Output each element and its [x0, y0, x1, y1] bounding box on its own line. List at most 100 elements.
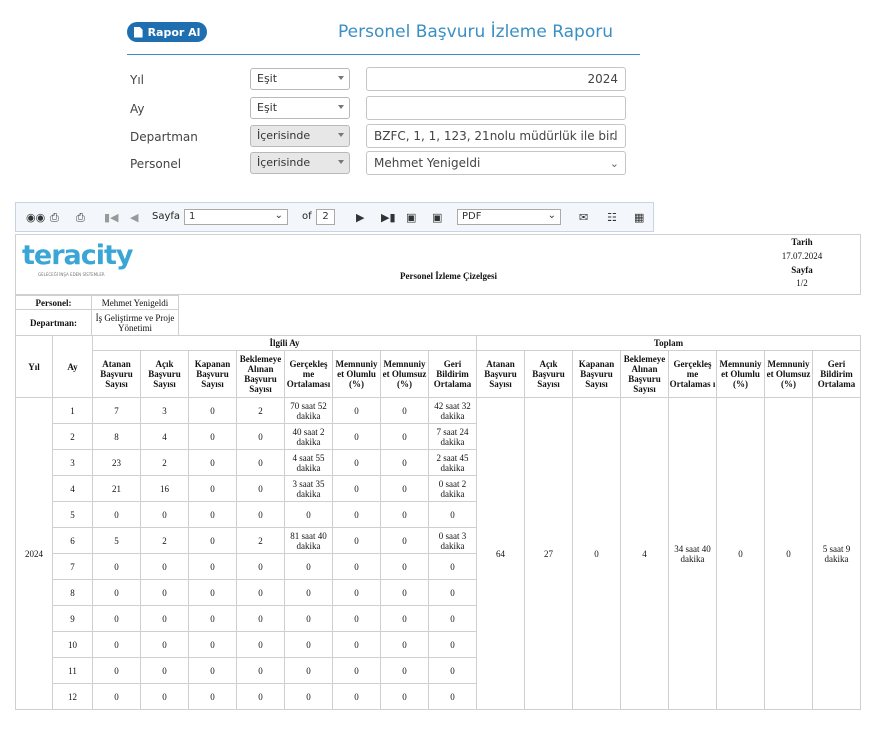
sayfa-label: Sayfa [791, 265, 813, 275]
table-cell: 0 [332, 475, 381, 502]
ay-operator-select[interactable]: Eşit [250, 97, 350, 119]
prev-page-icon[interactable]: ◀ [130, 211, 138, 224]
departman-value-select[interactable]: BZFC, 1, 1, 123, 21nolu müdürlük ile bir… [366, 124, 626, 148]
table-cell: 0 [332, 683, 381, 710]
yil-label: Yıl [130, 73, 144, 87]
table-cell: 0 [380, 527, 429, 554]
toplam-col-4: Beklemeye Alınan Başvuru Sayısı [620, 350, 669, 398]
excel-icon[interactable]: ☷ [607, 211, 617, 224]
table-cell: 0 [92, 657, 141, 684]
table-cell: 0 [92, 579, 141, 606]
table-cell: 0 [188, 631, 237, 658]
table-cell: 0 [284, 553, 333, 580]
month-cell: 12 [52, 683, 93, 710]
table-cell: 0 [284, 605, 333, 632]
rapor-al-button[interactable]: Rapor Al [127, 22, 207, 42]
table-cell: 0 [380, 423, 429, 450]
table-cell: 0 [236, 631, 285, 658]
export-format-select[interactable]: PDF ⌄ [457, 209, 561, 225]
table-cell: 0 [428, 501, 477, 528]
table-cell: 0 [188, 657, 237, 684]
chevron-down-icon: ⌄ [609, 157, 619, 170]
last-page-icon[interactable]: ▶▮ [381, 211, 396, 224]
ay-label: Ay [130, 102, 145, 116]
yil-value-input[interactable]: 2024 [366, 67, 626, 91]
table-cell: 0 [428, 553, 477, 580]
print-pdf-icon[interactable]: ⎙ [76, 211, 85, 225]
save-all-icon[interactable]: ▣ [432, 211, 442, 224]
personel-label: Personel [130, 157, 182, 171]
table-cell: 0 saat 2 dakika [428, 475, 477, 502]
document-icon [133, 26, 143, 38]
group-toplam: Toplam [476, 335, 861, 351]
total-cell: 64 [476, 397, 525, 710]
table-cell: 0 [332, 631, 381, 658]
table-cell: 0 [380, 657, 429, 684]
binoculars-icon[interactable]: ◉◉ [26, 211, 45, 224]
table-cell: 4 saat 55 dakika [284, 449, 333, 476]
total-cell: 0 [572, 397, 621, 710]
month-cell: 10 [52, 631, 93, 658]
chevron-down-icon: ⌄ [609, 130, 619, 143]
personel-info-label: Personel: [15, 295, 92, 310]
yil-operator-select[interactable]: Eşit [250, 68, 350, 90]
page-select[interactable]: 1 ⌄ [184, 209, 288, 225]
table-cell: 0 [188, 683, 237, 710]
total-pages: 2 [316, 209, 335, 225]
rapor-al-label: Rapor Al [147, 25, 201, 39]
ilgili-col-5: Gerçekleş me Ortalaması [284, 350, 333, 398]
departman-operator-select[interactable]: İçerisinde [250, 125, 350, 147]
table-cell: 0 [236, 683, 285, 710]
table-cell: 0 [284, 501, 333, 528]
export-format-value: PDF [462, 211, 482, 222]
table-cell: 0 [140, 683, 189, 710]
personel-operator-select[interactable]: İçerisinde [250, 152, 350, 174]
table-cell: 0 [92, 605, 141, 632]
table-cell: 0 [92, 683, 141, 710]
report-title: Personel İzleme Çizelgesi [400, 271, 497, 281]
table-cell: 0 [332, 527, 381, 554]
ilgili-col-2: Açık Başvuru Sayısı [140, 350, 189, 398]
table-cell: 3 [140, 397, 189, 424]
table-cell: 5 [92, 527, 141, 554]
report-table: Yıl Ay İlgili Ay Toplam Atanan Başvuru S… [15, 335, 861, 710]
departman-info-label: Departman: [15, 309, 92, 336]
print-icon[interactable]: ⎙ [50, 211, 59, 225]
table-cell: 2 saat 45 dakika [428, 449, 477, 476]
toplam-col-2: Açık Başvuru Sayısı [524, 350, 573, 398]
table-cell: 0 [428, 631, 477, 658]
sayfa-value: 1/2 [796, 278, 808, 288]
table-cell: 0 [428, 579, 477, 606]
month-cell: 6 [52, 527, 93, 554]
table-cell: 0 [140, 657, 189, 684]
ilgili-col-6: Memnuniy et Olumlu (%) [332, 350, 381, 398]
save-icon[interactable]: ▣ [406, 211, 416, 224]
month-cell: 8 [52, 579, 93, 606]
group-ilgili-ay: İlgili Ay [92, 335, 477, 351]
table-cell: 0 [188, 449, 237, 476]
table-cell: 0 [236, 501, 285, 528]
month-cell: 11 [52, 657, 93, 684]
chevron-down-icon: ⌄ [547, 210, 556, 221]
table-cell: 0 [236, 449, 285, 476]
table-cell: 0 [140, 553, 189, 580]
table-cell: 0 [188, 553, 237, 580]
report-toolbar: ◉◉ ⎙ ⎙ ▮◀ ◀ Sayfa 1 ⌄ of 2 ▶ ▶▮ ▣ ▣ PDF ⌄ … [15, 202, 654, 232]
ay-value-input[interactable] [366, 96, 626, 120]
grid-icon[interactable]: ▦ [634, 211, 644, 224]
table-cell: 0 [284, 631, 333, 658]
table-cell: 70 saat 52 dakika [284, 397, 333, 424]
col-ay: Ay [52, 335, 93, 398]
month-cell: 3 [52, 449, 93, 476]
table-cell: 0 [236, 423, 285, 450]
next-page-icon[interactable]: ▶ [356, 211, 364, 224]
table-cell: 0 [140, 501, 189, 528]
first-page-icon[interactable]: ▮◀ [104, 211, 119, 224]
email-icon[interactable]: ✉ [579, 211, 588, 224]
table-cell: 0 [140, 579, 189, 606]
total-cell: 0 [764, 397, 813, 710]
table-row: 2024 1 7 3 0 2 70 saat 52 dakika 0 0 42 saat 32 d… [15, 397, 861, 710]
table-cell: 0 [332, 579, 381, 606]
toplam-col-5: Gerçekleş me Ortalamas ı [668, 350, 717, 398]
personel-value-select[interactable]: Mehmet Yenigeldi ⌄ [366, 151, 626, 175]
